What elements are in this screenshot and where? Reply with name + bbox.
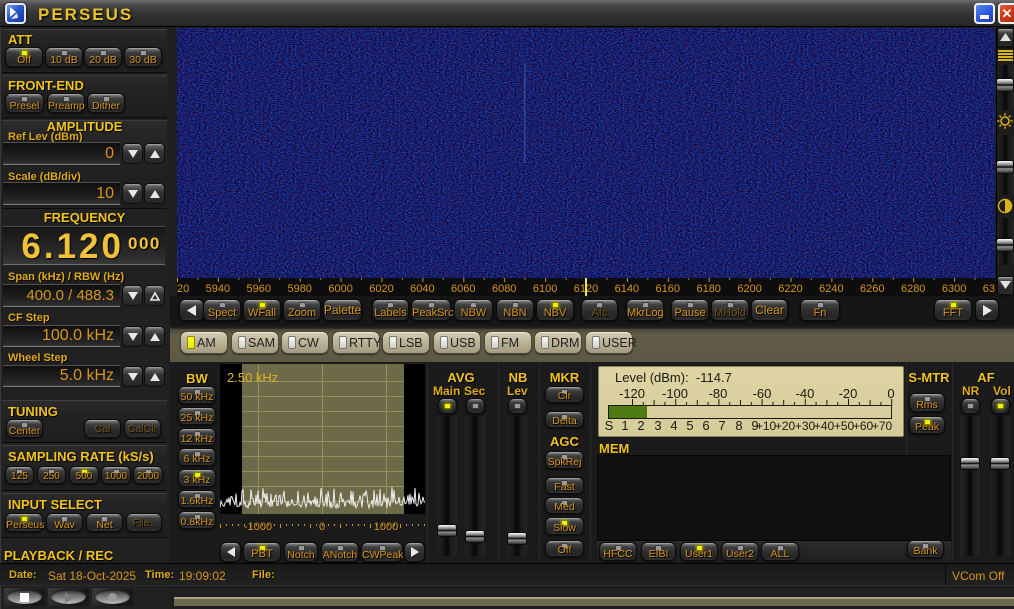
svg-text:6320: 6320 [983,283,995,295]
svg-text:4: 4 [670,418,677,433]
svg-text:6180: 6180 [696,283,720,295]
svg-text:6020: 6020 [369,283,393,295]
svg-text:0: 0 [887,386,894,401]
svg-text:+60: +60 [853,419,874,433]
svg-text:+20: +20 [775,419,796,433]
svg-text:+40: +40 [814,419,835,433]
svg-text:5: 5 [686,418,693,433]
svg-text:6140: 6140 [615,283,639,295]
svg-text:5960: 5960 [247,283,271,295]
svg-text:6240: 6240 [819,283,843,295]
svg-text:2: 2 [637,418,644,433]
svg-text:+30: +30 [795,419,816,433]
svg-text:-80: -80 [709,386,728,401]
svg-text:6300: 6300 [942,283,966,295]
svg-text:6160: 6160 [656,283,680,295]
svg-text:6200: 6200 [737,283,761,295]
svg-text:8: 8 [735,418,742,433]
svg-text:5920: 5920 [177,283,189,295]
svg-text:+10: +10 [756,419,777,433]
svg-text:+70: +70 [872,419,893,433]
svg-text:-60: -60 [753,386,772,401]
svg-text:1: 1 [621,418,628,433]
svg-text:6220: 6220 [778,283,802,295]
svg-text:+50: +50 [834,419,855,433]
svg-text:S: S [605,418,614,433]
svg-text:5980: 5980 [287,283,311,295]
svg-text:6260: 6260 [860,283,884,295]
svg-text:6040: 6040 [410,283,434,295]
svg-text:6100: 6100 [533,283,557,295]
svg-text:6: 6 [702,418,709,433]
svg-text:-120: -120 [619,386,645,401]
svg-text:-100: -100 [662,386,688,401]
svg-text:6080: 6080 [492,283,516,295]
svg-text:-40: -40 [796,386,815,401]
svg-text:5940: 5940 [206,283,230,295]
svg-text:6000: 6000 [328,283,352,295]
svg-text:3: 3 [654,418,661,433]
svg-text:6060: 6060 [451,283,475,295]
svg-text:7: 7 [718,418,725,433]
svg-text:-20: -20 [839,386,858,401]
svg-text:6280: 6280 [901,283,925,295]
